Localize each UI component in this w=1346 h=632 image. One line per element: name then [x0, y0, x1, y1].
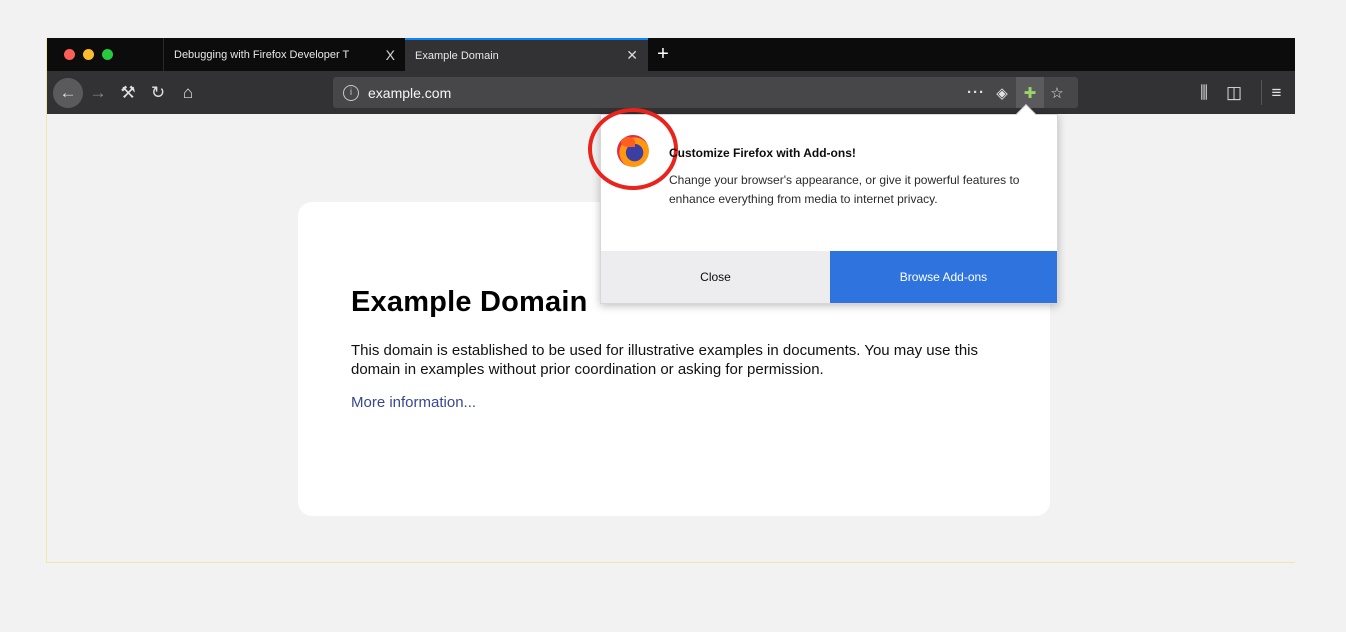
- reload-icon[interactable]: ↻: [143, 83, 173, 103]
- addon-puzzle-icon[interactable]: ✚: [1016, 77, 1044, 108]
- minimize-window-button[interactable]: [83, 49, 94, 60]
- popup-description: Change your browser's appearance, or giv…: [669, 173, 1020, 206]
- url-text[interactable]: example.com: [368, 85, 451, 101]
- bookmark-star-icon[interactable]: ☆: [1044, 77, 1070, 108]
- window-controls: [47, 38, 163, 71]
- tab-close-icon[interactable]: X: [386, 47, 395, 63]
- browser-window: Debugging with Firefox Developer T X Exa…: [46, 38, 1295, 563]
- popup-title: Customize Firefox with Add-ons!: [669, 146, 856, 160]
- tab-label: Debugging with Firefox Developer T: [174, 48, 350, 61]
- firefox-logo-icon: [617, 135, 649, 167]
- sidebar-icon[interactable]: ◫: [1219, 83, 1249, 103]
- addons-doorhanger: Customize Firefox with Add-ons! Change y…: [588, 104, 1058, 304]
- developer-tools-icon[interactable]: ⚒: [113, 83, 143, 103]
- close-button[interactable]: Close: [601, 251, 830, 303]
- back-icon[interactable]: ←: [53, 77, 83, 108]
- popup-footer: Close Browse Add-ons: [601, 251, 1057, 303]
- new-tab-button[interactable]: +: [648, 38, 678, 71]
- hamburger-menu-icon[interactable]: ≡: [1261, 80, 1291, 105]
- forward-icon[interactable]: →: [83, 83, 113, 103]
- page-actions-icon[interactable]: ···: [963, 77, 989, 108]
- home-icon[interactable]: ⌂: [173, 83, 203, 103]
- more-information-link[interactable]: More information...: [351, 394, 997, 411]
- url-bar[interactable]: i example.com ··· ◈ ✚ ☆: [333, 77, 1078, 108]
- navigation-toolbar: ← → ⚒ ↻ ⌂ i example.com ··· ◈ ✚ ☆ ⫼ ◫ ≡: [47, 71, 1295, 114]
- pocket-icon[interactable]: ◈: [989, 77, 1015, 108]
- tab-close-icon[interactable]: ✕: [626, 47, 638, 64]
- site-info-icon[interactable]: i: [343, 84, 359, 101]
- tab-label: Example Domain: [415, 49, 499, 62]
- browse-addons-button[interactable]: Browse Add-ons: [830, 251, 1057, 303]
- page-paragraph: This domain is established to be used fo…: [351, 342, 978, 378]
- tab-example-domain[interactable]: Example Domain ✕: [405, 38, 648, 71]
- close-window-button[interactable]: [64, 49, 75, 60]
- library-icon[interactable]: ⫼: [1189, 83, 1219, 103]
- tab-debugging[interactable]: Debugging with Firefox Developer T X: [163, 38, 405, 71]
- tab-strip: Debugging with Firefox Developer T X Exa…: [47, 38, 1295, 71]
- maximize-window-button[interactable]: [102, 49, 113, 60]
